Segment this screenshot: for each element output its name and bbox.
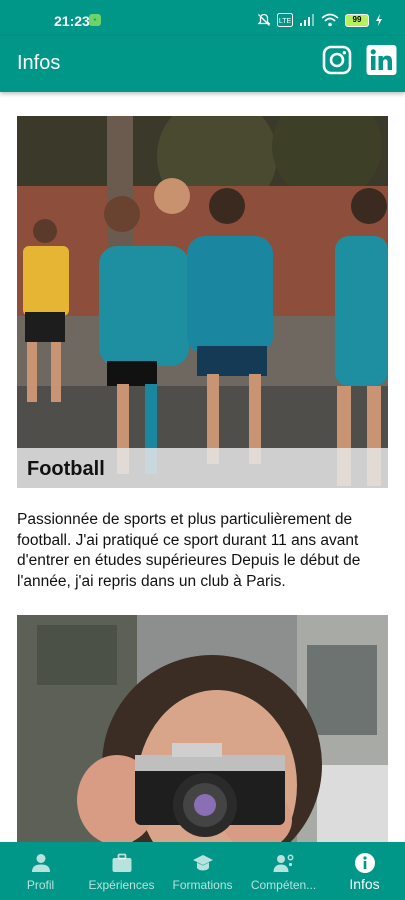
linkedin-icon[interactable]: [366, 45, 397, 75]
football-photo: [17, 116, 388, 488]
nav-label: Expériences: [88, 878, 155, 892]
skills-icon: [273, 854, 293, 872]
charging-icon: [376, 14, 382, 26]
status-bar: 21:23 ▪ LTE 99: [0, 0, 405, 36]
nav-item-competences[interactable]: Compéten...: [243, 842, 324, 900]
nav-label: Compéten...: [250, 878, 317, 892]
battery-indicator: 99: [345, 13, 369, 27]
nav-item-formations[interactable]: Formations: [162, 842, 243, 900]
photography-photo: [17, 615, 388, 842]
svg-text:LTE: LTE: [279, 18, 292, 25]
nav-label: Profil: [26, 878, 55, 892]
briefcase-icon: [112, 853, 131, 872]
nav-label: Infos: [349, 876, 380, 892]
signal-icon: [300, 14, 314, 26]
instagram-icon[interactable]: [322, 45, 352, 75]
football-card: Football: [17, 116, 388, 488]
info-content[interactable]: Football Passionnée de sports et plus pa…: [0, 92, 405, 842]
caption-band: Football: [17, 448, 388, 488]
nav-label: Formations: [172, 878, 233, 892]
nav-item-profil[interactable]: Profil: [0, 842, 81, 900]
app-bar: Infos: [0, 36, 405, 92]
info-icon: [354, 853, 375, 873]
graduation-cap-icon: [192, 855, 213, 871]
status-icons: LTE 99: [257, 12, 383, 28]
photography-card: [17, 615, 388, 842]
person-icon: [31, 854, 50, 872]
nav-item-infos[interactable]: Infos: [324, 842, 405, 900]
notification-app-icon: ▪: [89, 14, 101, 26]
card-description: Passionnée de sports et plus particulièr…: [17, 511, 361, 590]
card-caption: Football: [27, 458, 105, 480]
wifi-icon: [321, 13, 339, 27]
page-title: Infos: [17, 52, 61, 74]
nav-item-experiences[interactable]: Expériences: [81, 842, 162, 900]
bell-muted-icon: [257, 13, 271, 26]
bottom-navigation: Profil Expériences Formations Compéten..…: [0, 842, 405, 900]
clock: 21:23: [54, 13, 90, 29]
volte-icon: LTE: [277, 13, 293, 27]
